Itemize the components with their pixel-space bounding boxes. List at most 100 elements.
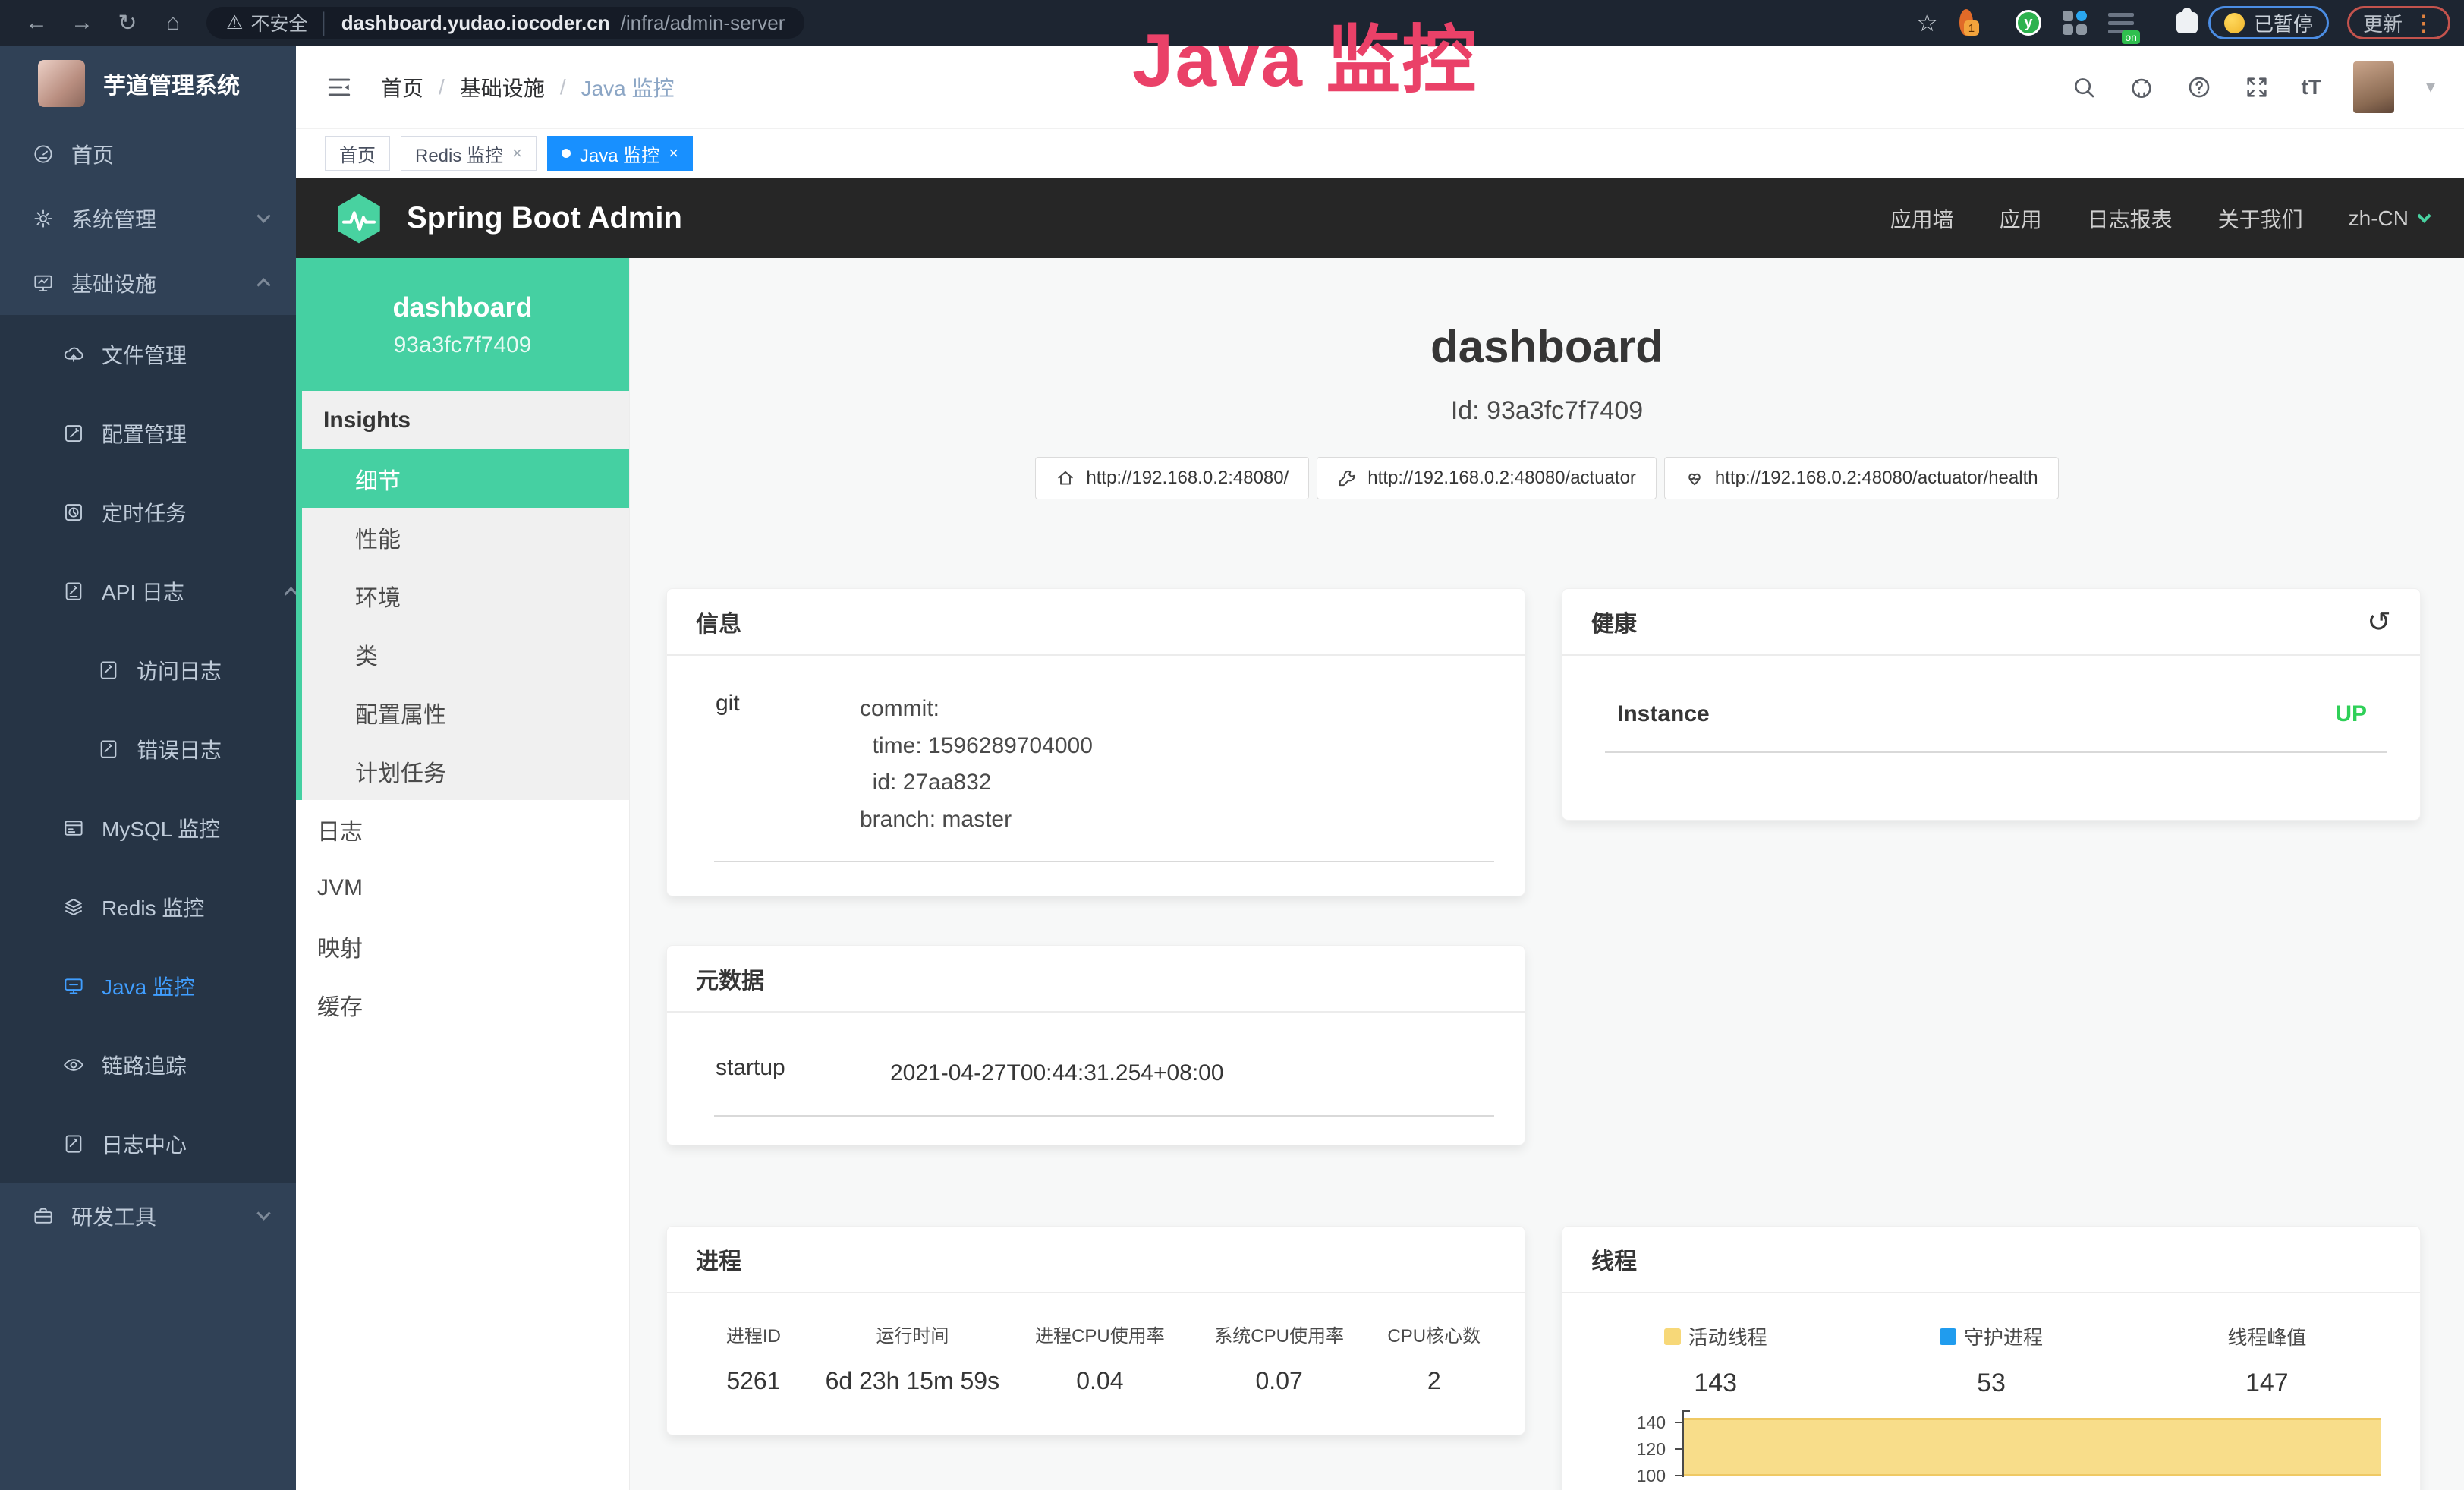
- sba-item-classes[interactable]: 类: [296, 625, 629, 683]
- address-bar[interactable]: ⚠不安全 │ dashboard.yudao.iocoder.cn/infra/…: [206, 7, 804, 39]
- close-icon[interactable]: ×: [512, 143, 522, 163]
- layers-icon: [62, 896, 85, 918]
- sidebar-item-infra[interactable]: 基础设施: [0, 250, 296, 315]
- text-size-icon[interactable]: tT: [2302, 75, 2321, 99]
- sba-item-mappings[interactable]: 映射: [296, 917, 629, 975]
- col-value: 0.07: [1194, 1367, 1365, 1395]
- update-button[interactable]: 更新 ⋮: [2347, 6, 2450, 39]
- user-menu-caret-icon[interactable]: ▾: [2426, 76, 2435, 98]
- sidebar-item-config[interactable]: 配置管理: [0, 394, 296, 473]
- browser-home-icon[interactable]: ⌂: [150, 10, 196, 36]
- extension-green-icon[interactable]: y: [2016, 10, 2041, 36]
- sidebar-item-file[interactable]: 文件管理: [0, 315, 296, 394]
- sba-language-select[interactable]: zh-CN: [2349, 206, 2429, 231]
- bookmark-star-icon[interactable]: ☆: [1916, 8, 1938, 37]
- info-key: git: [716, 691, 860, 838]
- sba-brand[interactable]: Spring Boot Admin: [407, 201, 682, 235]
- hamburger-icon[interactable]: [325, 74, 354, 100]
- user-avatar[interactable]: [2353, 61, 2394, 113]
- card-title: 健康: [1591, 605, 1637, 638]
- legend-daemon: 守护进程 53: [1853, 1322, 2129, 1398]
- tag-home[interactable]: 首页: [325, 136, 390, 171]
- service-url-button[interactable]: http://192.168.0.2:48080/: [1035, 457, 1309, 499]
- extension-orange-icon[interactable]: 1: [1959, 16, 1973, 30]
- sidebar-item-job[interactable]: 定时任务: [0, 473, 296, 552]
- sidebar-item-system[interactable]: 系统管理: [0, 186, 296, 250]
- sidebar-item-label: MySQL 监控: [102, 813, 220, 843]
- legend-peak: 线程峰值 147: [2129, 1322, 2405, 1398]
- history-icon[interactable]: ↺: [2367, 605, 2391, 639]
- row-divider: [714, 861, 1494, 862]
- url-path: /infra/admin-server: [621, 11, 785, 35]
- actuator-url-button[interactable]: http://192.168.0.2:48080/actuator: [1317, 457, 1657, 499]
- actuator-url: http://192.168.0.2:48080/actuator: [1367, 468, 1636, 489]
- search-icon[interactable]: [2071, 74, 2097, 100]
- browser-back-icon[interactable]: ←: [14, 10, 59, 36]
- process-col: 进程ID 5261: [688, 1321, 819, 1395]
- sidebar-item-devtools[interactable]: 研发工具: [0, 1183, 296, 1248]
- paused-pill[interactable]: 已暂停: [2208, 6, 2329, 39]
- sba-nav-applications[interactable]: 应用: [2000, 203, 2042, 234]
- sba-item-jvm[interactable]: JVM: [296, 858, 629, 917]
- sidebar-item-label: Java 监控: [102, 971, 195, 1001]
- gear-icon: [32, 207, 55, 230]
- emoji-face-icon: [2224, 13, 2245, 33]
- metadata-card: 元数据 startup 2021-04-27T00:44:31.254+08:0…: [666, 945, 1525, 1145]
- sidebar-item-redis[interactable]: Redis 监控: [0, 868, 296, 947]
- url-host: dashboard.yudao.iocoder.cn: [341, 11, 610, 35]
- sidebar-item-apilog[interactable]: API 日志: [0, 552, 296, 631]
- sidebar-item-java[interactable]: Java 监控: [0, 947, 296, 1025]
- doc-edit-icon: [97, 659, 120, 682]
- sba-item-metrics[interactable]: 性能: [296, 508, 629, 566]
- browser-reload-icon[interactable]: ↻: [105, 10, 150, 36]
- process-col: 系统CPU使用率 0.07: [1194, 1321, 1365, 1395]
- close-icon[interactable]: ×: [669, 143, 678, 163]
- breadcrumb-separator: /: [560, 75, 566, 99]
- health-url-button[interactable]: http://192.168.0.2:48080/actuator/health: [1664, 457, 2059, 499]
- database-card-icon: [62, 817, 85, 840]
- tag-redis[interactable]: Redis 监控 ×: [401, 136, 537, 171]
- sidebar-item-mysql[interactable]: MySQL 监控: [0, 789, 296, 868]
- sba-item-environment[interactable]: 环境: [296, 566, 629, 625]
- browser-menu-icon[interactable]: ⋮: [2413, 11, 2434, 36]
- tag-java[interactable]: Java 监控 ×: [547, 136, 693, 171]
- sba-nav-items: 应用墙 应用 日志报表 关于我们 zh-CN: [1890, 203, 2429, 234]
- sba-item-details[interactable]: 细节: [296, 449, 629, 508]
- breadcrumb-current: Java 监控: [581, 72, 675, 102]
- sba-nav-wall[interactable]: 应用墙: [1890, 203, 1954, 234]
- wrench-icon: [1337, 468, 1357, 488]
- browser-forward-icon[interactable]: →: [59, 10, 105, 36]
- sidebar-item-logcenter[interactable]: 日志中心: [0, 1104, 296, 1183]
- extension-grid-icon[interactable]: [2063, 11, 2087, 35]
- eye-icon: [62, 1054, 85, 1076]
- url-divider: │: [318, 11, 330, 35]
- extension-list-icon[interactable]: on: [2108, 13, 2134, 33]
- sba-item-logs[interactable]: 日志: [296, 800, 629, 858]
- extension-area: ☆ 1 y on: [1916, 8, 2198, 37]
- breadcrumb-home[interactable]: 首页: [381, 72, 423, 102]
- sidebar-item-errorlog[interactable]: 错误日志: [0, 710, 296, 789]
- sba-nav-about[interactable]: 关于我们: [2218, 203, 2303, 234]
- app-logo: [38, 60, 85, 107]
- breadcrumb-infra[interactable]: 基础设施: [460, 72, 545, 102]
- col-label: 进程CPU使用率: [1006, 1321, 1194, 1347]
- sidebar-item-trace[interactable]: 链路追踪: [0, 1025, 296, 1104]
- sba-logo-icon[interactable]: [331, 191, 387, 247]
- sba-item-caches[interactable]: 缓存: [296, 975, 629, 1034]
- github-icon[interactable]: [2129, 74, 2154, 100]
- sidebar-item-accesslog[interactable]: 访问日志: [0, 631, 296, 710]
- sba-item-scheduledtasks[interactable]: 计划任务: [296, 742, 629, 800]
- fullscreen-icon[interactable]: [2244, 74, 2270, 100]
- extensions-puzzle-icon[interactable]: [2176, 12, 2198, 33]
- sba-item-configprops[interactable]: 配置属性: [296, 683, 629, 742]
- breadcrumb-separator: /: [439, 75, 445, 99]
- process-col: CPU核心数 2: [1364, 1321, 1503, 1395]
- language-label: zh-CN: [2349, 206, 2409, 231]
- sidebar-item-home[interactable]: 首页: [0, 121, 296, 186]
- sba-nav-journal[interactable]: 日志报表: [2088, 203, 2173, 234]
- sidebar-item-label: 文件管理: [102, 339, 187, 370]
- help-icon[interactable]: [2186, 74, 2212, 100]
- metadata-key: startup: [716, 1055, 890, 1092]
- instance-id: 93a3fc7f7409: [394, 332, 532, 358]
- threads-chart: 140 120 100: [1590, 1400, 2381, 1490]
